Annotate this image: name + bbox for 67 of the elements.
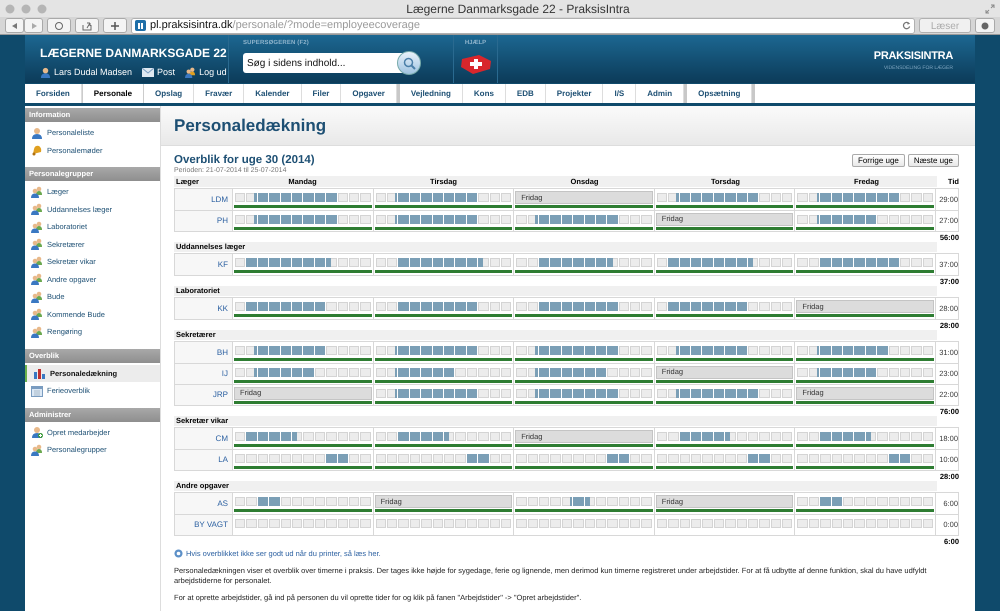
people-icon (31, 290, 43, 303)
envelope-icon (142, 68, 154, 78)
employee-link[interactable]: CM (216, 432, 228, 444)
logo-text: PRAKSISINTRA (874, 49, 953, 64)
downloads-button[interactable] (975, 18, 995, 33)
circle-icon (53, 20, 65, 30)
employee-link[interactable]: AS (217, 498, 228, 510)
people-icon (31, 256, 43, 268)
overview-title: Overblik for uge 30 (2014) (174, 153, 315, 166)
organization-name: LÆGERNE DANMARKSGADE 22 (40, 45, 228, 62)
people-icon (31, 444, 43, 456)
person-icon (40, 67, 51, 78)
employee-link[interactable]: KF (218, 258, 228, 270)
week-button[interactable]: Forrige uge (852, 154, 905, 167)
people-icon (31, 220, 43, 233)
share-icon (81, 20, 93, 30)
page-title: Personaledækning (174, 114, 326, 137)
fullscreen-icon (985, 4, 995, 14)
add-person-icon (31, 426, 43, 438)
nav-tab[interactable]: EDB (506, 84, 546, 103)
week-button[interactable]: Næste uge (908, 154, 959, 167)
employee-link[interactable]: LA (218, 454, 228, 466)
nav-tab[interactable]: Opslag (144, 84, 194, 103)
nav-tab[interactable]: I/S (603, 84, 636, 103)
circle-icon (979, 20, 991, 30)
people-icon (31, 186, 43, 198)
search-field[interactable]: Søg i sidens indhold... (243, 53, 403, 73)
address-bar[interactable]: pl.praksisintra.dk/personale/?mode=employeecoverage (131, 18, 915, 34)
nav-tab[interactable]: Projekter (546, 84, 604, 103)
nav-tab[interactable]: Personale (82, 84, 144, 103)
nav-tab[interactable]: Opsætning (687, 84, 752, 103)
person-icon (31, 126, 43, 139)
header-link[interactable]: Log ud (199, 66, 227, 80)
url-text: pl.praksisintra.dk/personale/?mode=employeecoverage (150, 18, 420, 34)
nav-tab[interactable]: Vejledning (400, 84, 463, 103)
employee-link[interactable]: IJ (222, 368, 228, 380)
header-link[interactable]: Lars Dudal Madsen (54, 66, 132, 80)
employee-link[interactable]: JRP (212, 389, 228, 401)
employee-link[interactable]: PH (216, 215, 228, 227)
nav-tab[interactable]: Kons (462, 84, 506, 103)
calendar-icon (31, 384, 43, 397)
people-icon (31, 326, 43, 338)
people-icon (185, 67, 196, 78)
employee-link[interactable]: KK (217, 302, 228, 314)
people-icon (31, 273, 43, 286)
people-icon (31, 308, 43, 320)
history-button[interactable] (47, 18, 71, 33)
plus-icon (109, 20, 121, 30)
nav-tab[interactable]: Opgaver (341, 84, 397, 103)
nav-tab[interactable]: Fravær (194, 84, 244, 103)
window-title: Lægerne Danmarksgade 22 - PraksisIntra (405, 0, 631, 18)
site-icon (135, 20, 146, 31)
employee-link[interactable]: LDM (211, 194, 228, 206)
bell-icon (31, 144, 43, 156)
nav-tab[interactable]: Kalender (244, 84, 302, 103)
back-button[interactable] (5, 18, 24, 33)
new-tab-button[interactable] (103, 18, 127, 33)
share-button[interactable] (75, 18, 99, 33)
bar-chart-icon (33, 367, 46, 380)
search-icon (402, 56, 416, 70)
employee-link[interactable]: BH (216, 346, 228, 358)
nav-tab[interactable]: Admin (636, 84, 684, 103)
header-link[interactable]: Post (157, 66, 176, 80)
people-icon (31, 238, 43, 250)
reload-icon (902, 21, 911, 30)
people-icon (31, 203, 43, 216)
nav-tab[interactable]: Filer (302, 84, 342, 103)
